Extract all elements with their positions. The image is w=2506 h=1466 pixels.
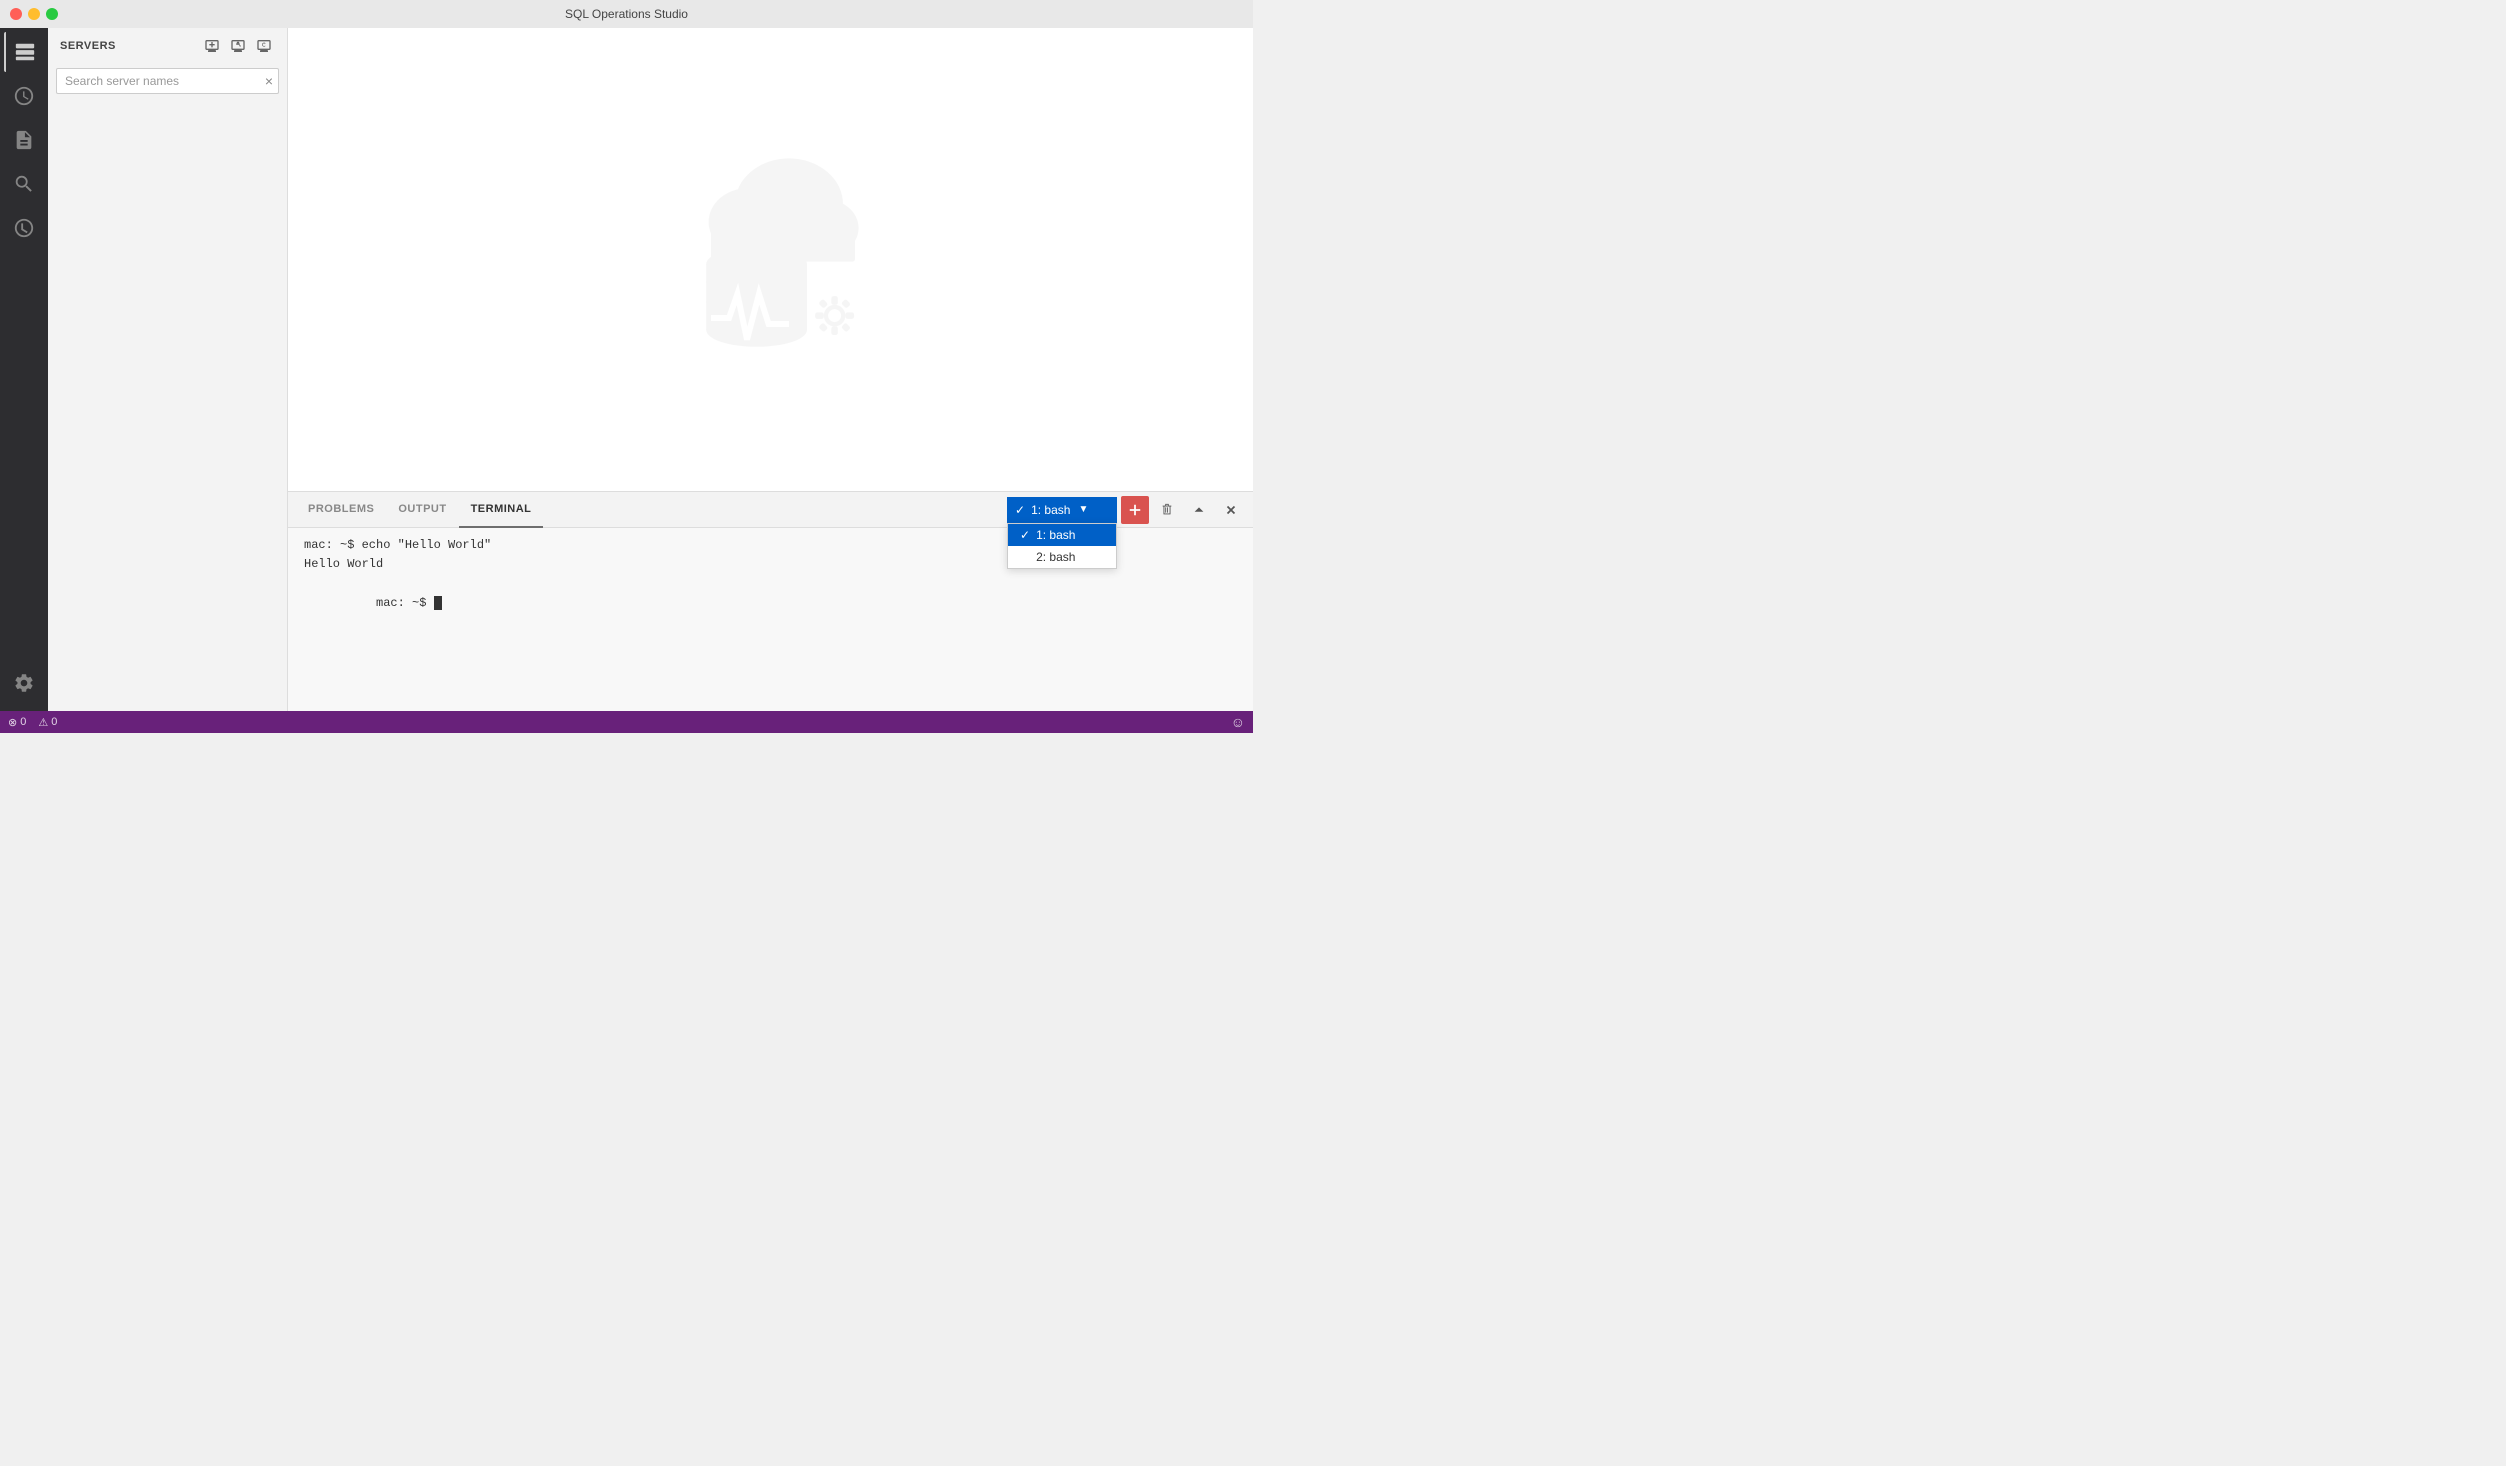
status-bar-right: ☺ xyxy=(1231,714,1245,730)
settings-icon xyxy=(13,672,35,694)
sidebar-item-git[interactable] xyxy=(4,208,44,248)
errors-status[interactable]: ⊗ 0 xyxy=(8,716,26,729)
editor-area: PROBLEMS OUTPUT TERMINAL ✓ 1: bash ▼ xyxy=(288,28,1253,711)
git-icon xyxy=(13,217,35,239)
sidebar-content xyxy=(48,102,287,711)
activity-bar-bottom xyxy=(4,663,44,711)
terminal-session-selector[interactable]: ✓ 1: bash ▼ ✓ 1: bash ✓ xyxy=(1007,497,1117,523)
smiley-icon[interactable]: ☺ xyxy=(1231,714,1245,730)
refresh-button[interactable] xyxy=(253,35,275,57)
sidebar: SERVERS xyxy=(48,28,288,711)
window-controls xyxy=(10,8,58,20)
warnings-status[interactable]: ⚠ 0 xyxy=(38,716,57,729)
file-icon xyxy=(13,129,35,151)
error-icon: ⊗ xyxy=(8,716,17,729)
check-mark: ✓ xyxy=(1020,528,1030,542)
warning-icon: ⚠ xyxy=(38,716,48,729)
servers-icon xyxy=(14,41,36,63)
dropdown-arrow-icon: ▼ xyxy=(1078,504,1088,515)
sidebar-item-search[interactable] xyxy=(4,164,44,204)
sidebar-item-history[interactable] xyxy=(4,76,44,116)
delete-terminal-button[interactable] xyxy=(1153,496,1181,524)
terminal-cursor xyxy=(434,596,442,610)
activity-bar xyxy=(0,28,48,711)
activity-bar-top xyxy=(4,32,44,663)
chevron-up-icon xyxy=(1192,503,1206,517)
collapse-panel-button[interactable] xyxy=(1185,496,1213,524)
terminal-selected-session[interactable]: ✓ 1: bash ▼ xyxy=(1007,497,1117,523)
sidebar-item-servers[interactable] xyxy=(4,32,44,72)
panel-actions: ✓ 1: bash ▼ ✓ 1: bash ✓ xyxy=(1007,496,1245,524)
terminal-dropdown: ✓ 1: bash ✓ 2: bash xyxy=(1007,523,1117,569)
sidebar-title: SERVERS xyxy=(60,40,116,52)
status-bar-left: ⊗ 0 ⚠ 0 xyxy=(8,716,57,729)
selected-session-label: 1: bash xyxy=(1031,503,1070,517)
close-button[interactable] xyxy=(10,8,22,20)
sidebar-actions xyxy=(201,35,275,57)
welcome-logo xyxy=(651,138,891,381)
new-query-button[interactable] xyxy=(227,35,249,57)
search-clear-button[interactable]: × xyxy=(265,74,273,88)
maximize-button[interactable] xyxy=(46,8,58,20)
new-connection-button[interactable] xyxy=(201,35,223,57)
terminal-session-1[interactable]: ✓ 1: bash xyxy=(1008,524,1116,546)
tab-output[interactable]: OUTPUT xyxy=(386,492,458,528)
editor-main xyxy=(288,28,1253,491)
monitor-plus-icon xyxy=(204,38,220,54)
search-box: × xyxy=(56,68,279,94)
sidebar-item-settings[interactable] xyxy=(4,663,44,703)
sql-ops-logo xyxy=(651,138,891,378)
main-container: SERVERS xyxy=(0,28,1253,711)
monitor-query-icon xyxy=(230,38,246,54)
history-icon xyxy=(13,85,35,107)
tab-terminal[interactable]: TERMINAL xyxy=(459,492,544,528)
monitor-refresh-icon xyxy=(256,38,272,54)
check-icon: ✓ xyxy=(1015,503,1025,517)
terminal-line-3: mac: ~$ xyxy=(304,574,1237,632)
minimize-button[interactable] xyxy=(28,8,40,20)
sidebar-header: SERVERS xyxy=(48,28,287,64)
window-title: SQL Operations Studio xyxy=(565,7,688,21)
panel: PROBLEMS OUTPUT TERMINAL ✓ 1: bash ▼ xyxy=(288,491,1253,711)
sidebar-item-file[interactable] xyxy=(4,120,44,160)
search-icon xyxy=(13,173,35,195)
panel-tabs: PROBLEMS OUTPUT TERMINAL ✓ 1: bash ▼ xyxy=(288,492,1253,528)
trash-icon xyxy=(1160,503,1174,517)
add-terminal-button[interactable] xyxy=(1121,496,1149,524)
search-input[interactable] xyxy=(56,68,279,94)
close-panel-button[interactable] xyxy=(1217,496,1245,524)
plus-icon xyxy=(1128,503,1142,517)
close-icon xyxy=(1224,503,1238,517)
status-bar: ⊗ 0 ⚠ 0 ☺ xyxy=(0,711,1253,733)
tab-problems[interactable]: PROBLEMS xyxy=(296,492,386,528)
titlebar: SQL Operations Studio xyxy=(0,0,1253,28)
terminal-session-2[interactable]: ✓ 2: bash xyxy=(1008,546,1116,568)
